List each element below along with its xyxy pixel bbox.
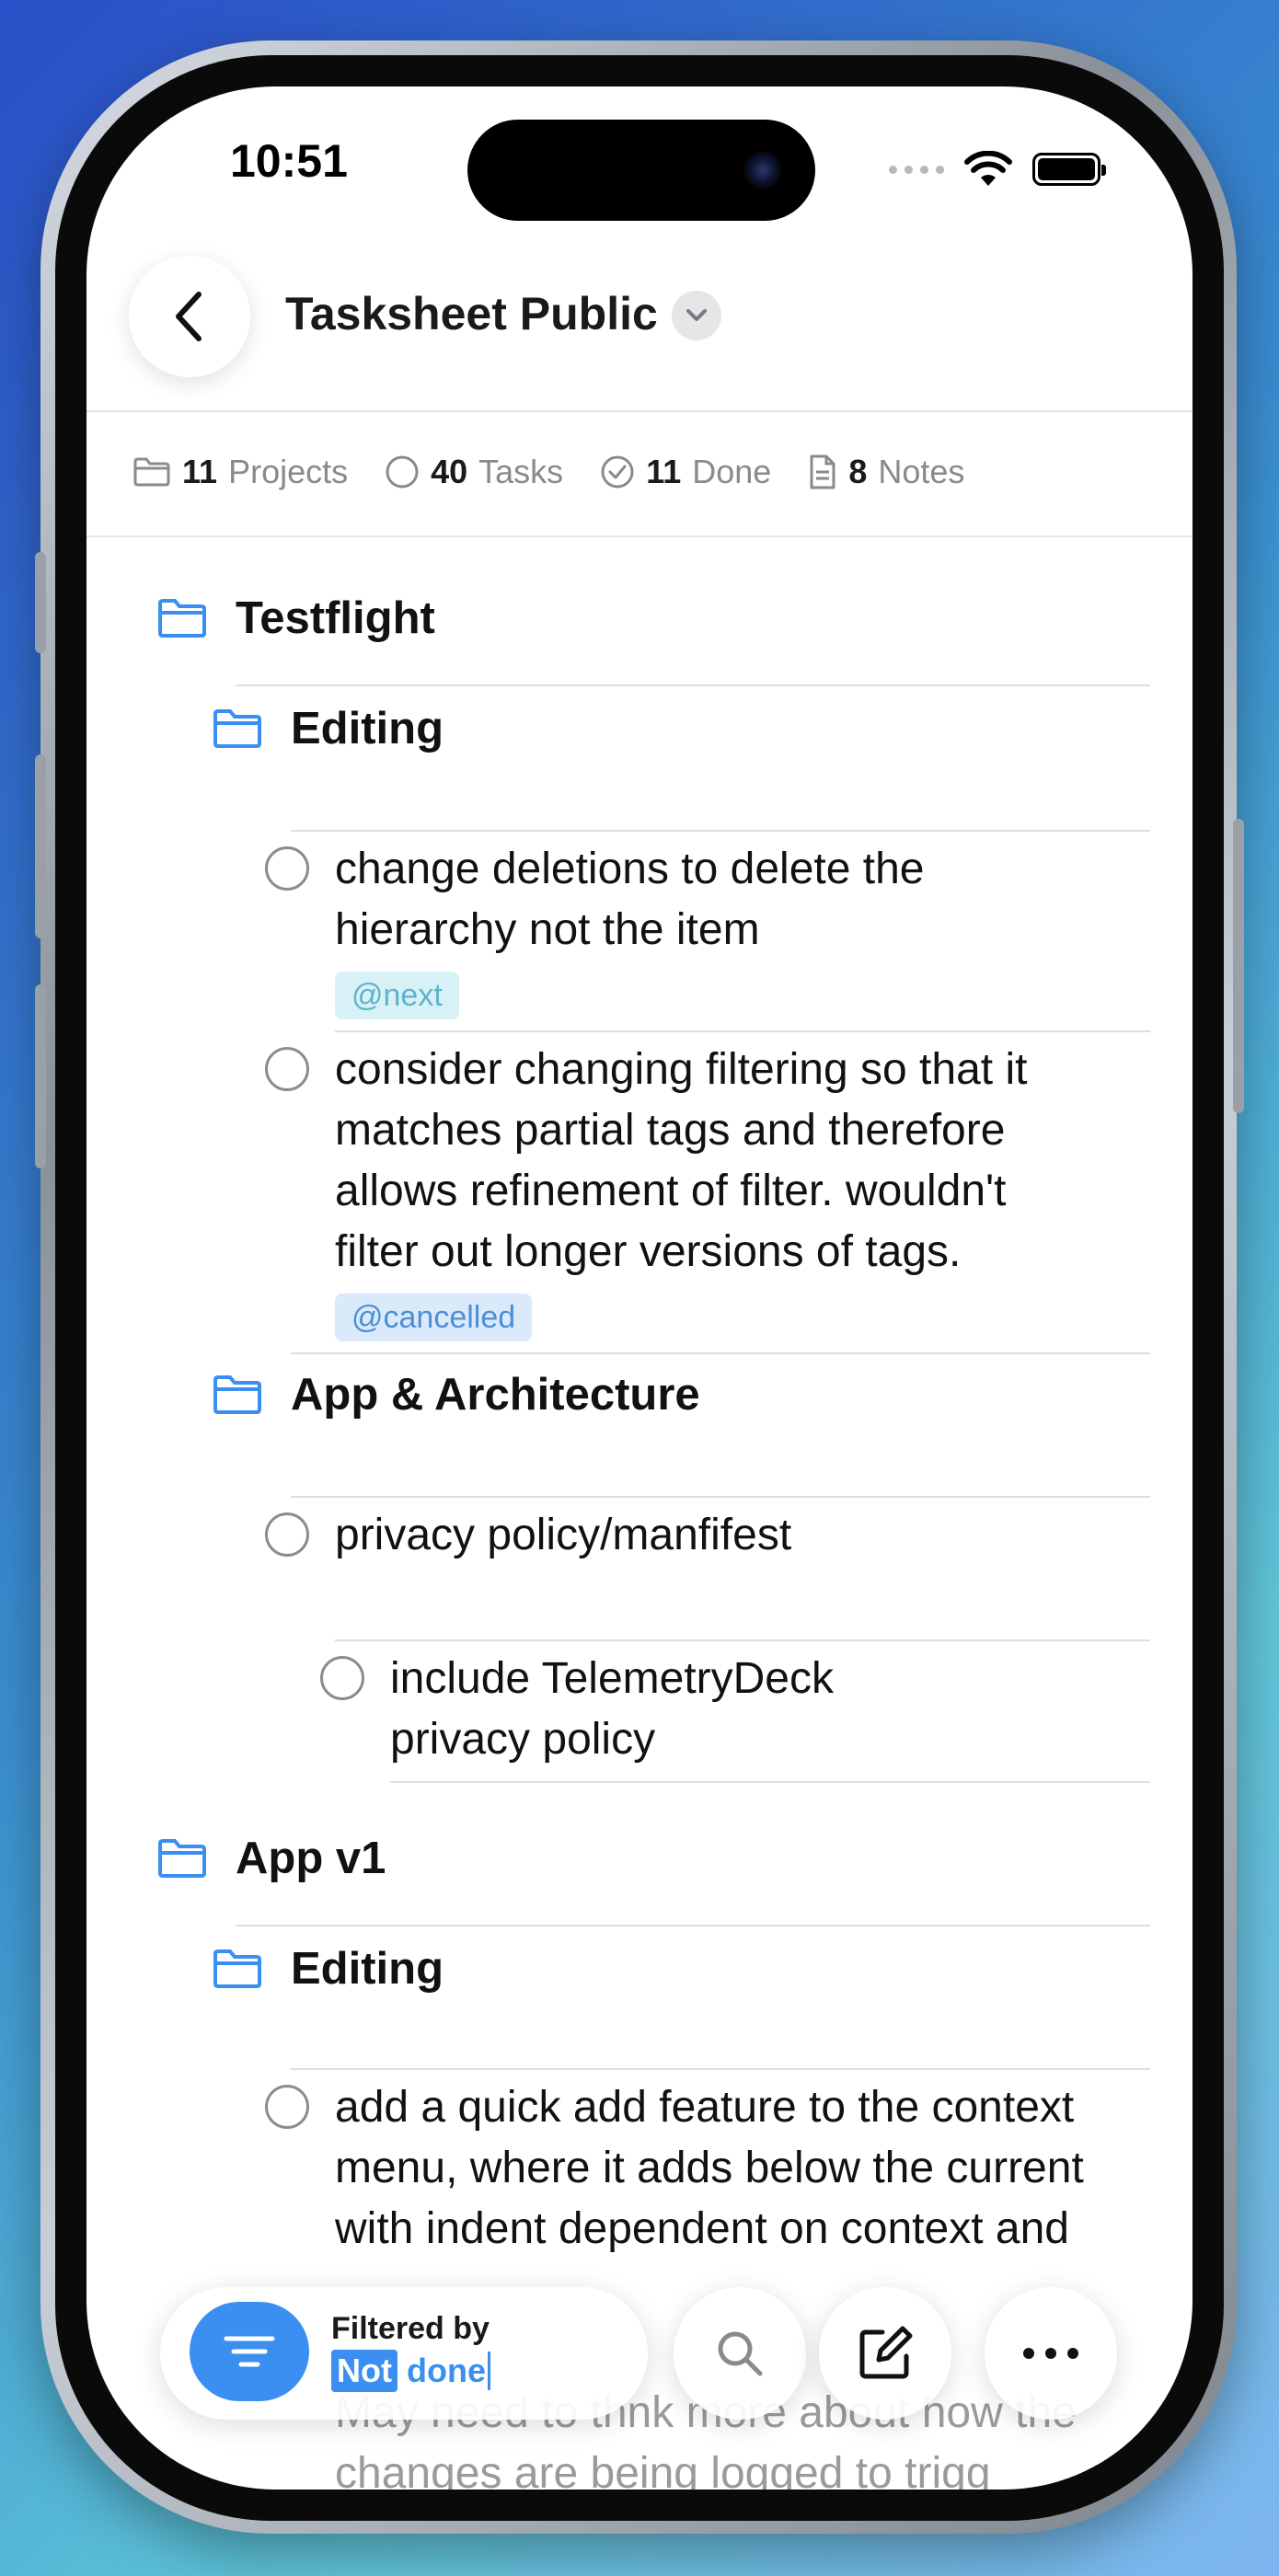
phone-volume-up-button (35, 754, 46, 938)
row-divider (236, 1925, 1150, 1926)
task-text[interactable]: privacy policy/manfifest (335, 1505, 791, 1566)
folder-icon (133, 457, 170, 487)
project-title: App & Architecture (291, 1370, 700, 1420)
compose-button[interactable] (819, 2287, 951, 2420)
task-line: filter out longer versions of tags. (335, 1227, 962, 1276)
phone-power-button (1233, 819, 1244, 1113)
folder-icon (213, 1375, 261, 1414)
phone-action-button (35, 552, 46, 653)
compose-icon (859, 2326, 913, 2379)
folder-icon (158, 599, 206, 638)
folder-icon (213, 709, 261, 748)
cellular-signal-icon (889, 165, 944, 174)
stat-notes-count: 8 (848, 453, 868, 490)
dynamic-island (467, 120, 815, 221)
filter-lines-icon (224, 2336, 275, 2367)
task-line: hierarchy not the item (335, 905, 760, 954)
task-line: with indent dependent on context and (335, 2204, 1069, 2253)
row-divider (291, 2068, 1150, 2070)
circle-icon (386, 455, 419, 489)
status-icons (889, 151, 1106, 188)
task-text[interactable]: change deletions to delete the hierarchy… (335, 839, 925, 960)
search-icon (718, 2331, 763, 2376)
stat-tasks-label: Tasks (478, 453, 564, 490)
task-line: add a quick add feature to the context (335, 2083, 1075, 2132)
stat-done: 11 Done (600, 453, 771, 491)
row-divider (335, 1639, 1150, 1641)
tag-badge[interactable]: @cancelled (335, 1294, 533, 1341)
status-time: 10:51 (230, 135, 348, 187)
tag-badge[interactable]: @next (335, 972, 459, 1019)
stats-divider (86, 535, 1193, 537)
text-cursor (487, 2352, 490, 2390)
document-icon (810, 454, 835, 489)
project-title: App v1 (236, 1834, 386, 1883)
task-text[interactable]: consider changing filtering so that it m… (335, 1040, 1027, 1282)
more-button[interactable] (985, 2287, 1117, 2420)
checkmark-circle-icon (601, 455, 634, 489)
stat-projects: 11 Projects (133, 453, 348, 491)
stat-notes: 8 Notes (808, 453, 964, 491)
stat-done-count: 11 (646, 453, 682, 490)
task-line: matches partial tags and therefore (335, 1106, 1006, 1155)
filtered-by-label: Filtered by (331, 2311, 490, 2346)
filter-token-done: done (406, 2352, 486, 2389)
project-title: Testflight (236, 593, 435, 643)
title-menu-button[interactable] (672, 291, 721, 340)
task-checkbox[interactable] (265, 846, 309, 891)
back-button[interactable] (129, 256, 250, 377)
wifi-icon (964, 151, 1012, 186)
task-line: consider changing filtering so that it (335, 1045, 1028, 1094)
row-divider (390, 1781, 1150, 1783)
task-checkbox[interactable] (265, 2085, 309, 2129)
search-button[interactable] (674, 2287, 806, 2420)
project-app-architecture[interactable]: App & Architecture (212, 1369, 700, 1420)
phone-volume-down-button (35, 984, 46, 1168)
filter-query-input[interactable]: Not done (331, 2350, 490, 2392)
more-ellipsis-icon (1023, 2348, 1078, 2359)
chevron-left-icon (176, 292, 202, 341)
folder-icon (213, 1949, 261, 1988)
task-text[interactable]: add a quick add feature to the context m… (335, 2077, 1084, 2260)
project-testflight[interactable]: Testflight (156, 592, 435, 644)
row-divider (335, 1030, 1150, 1032)
folder-icon (158, 1839, 206, 1878)
project-app-v1[interactable]: App v1 (156, 1833, 386, 1884)
document-title[interactable]: Tasksheet Public (285, 287, 658, 340)
front-camera-icon (743, 151, 782, 190)
row-divider (291, 1496, 1150, 1498)
header-divider (86, 410, 1193, 412)
task-line: menu, where it adds below the current (335, 2144, 1084, 2192)
filter-token-not: Not (331, 2350, 398, 2392)
task-line: include TelemetryDeck (390, 1654, 834, 1703)
project-editing[interactable]: Editing (212, 703, 444, 754)
row-divider (291, 830, 1150, 832)
task-checkbox[interactable] (265, 1047, 309, 1091)
task-line: changes are being logged to trigg (335, 2449, 991, 2490)
task-text[interactable]: include TelemetryDeck privacy policy (390, 1649, 834, 1770)
stat-notes-label: Notes (878, 453, 965, 490)
row-divider (236, 684, 1150, 686)
task-line: change deletions to delete the (335, 845, 925, 893)
project-title: Editing (291, 1944, 444, 1994)
stat-done-label: Done (692, 453, 772, 490)
stat-tasks: 40 Tasks (385, 453, 563, 491)
project-title: Editing (291, 704, 444, 753)
app-screen: 10:51 Tasksheet Public 11 Projects 40 Ta… (86, 86, 1193, 2490)
battery-icon (1032, 153, 1106, 186)
filter-button[interactable] (190, 2302, 309, 2401)
task-checkbox[interactable] (320, 1656, 364, 1700)
task-line: privacy policy (390, 1715, 656, 1764)
project-editing[interactable]: Editing (212, 1943, 444, 1995)
task-checkbox[interactable] (265, 1512, 309, 1557)
stat-tasks-count: 40 (431, 453, 468, 490)
stat-projects-count: 11 (182, 453, 218, 490)
stats-bar: 11 Projects 40 Tasks 11 Done 8 Notes (133, 453, 964, 491)
chevron-down-icon (686, 309, 707, 321)
task-line: allows refinement of filter. wouldn't (335, 1167, 1007, 1215)
stat-projects-label: Projects (228, 453, 349, 490)
row-divider (291, 1352, 1150, 1354)
